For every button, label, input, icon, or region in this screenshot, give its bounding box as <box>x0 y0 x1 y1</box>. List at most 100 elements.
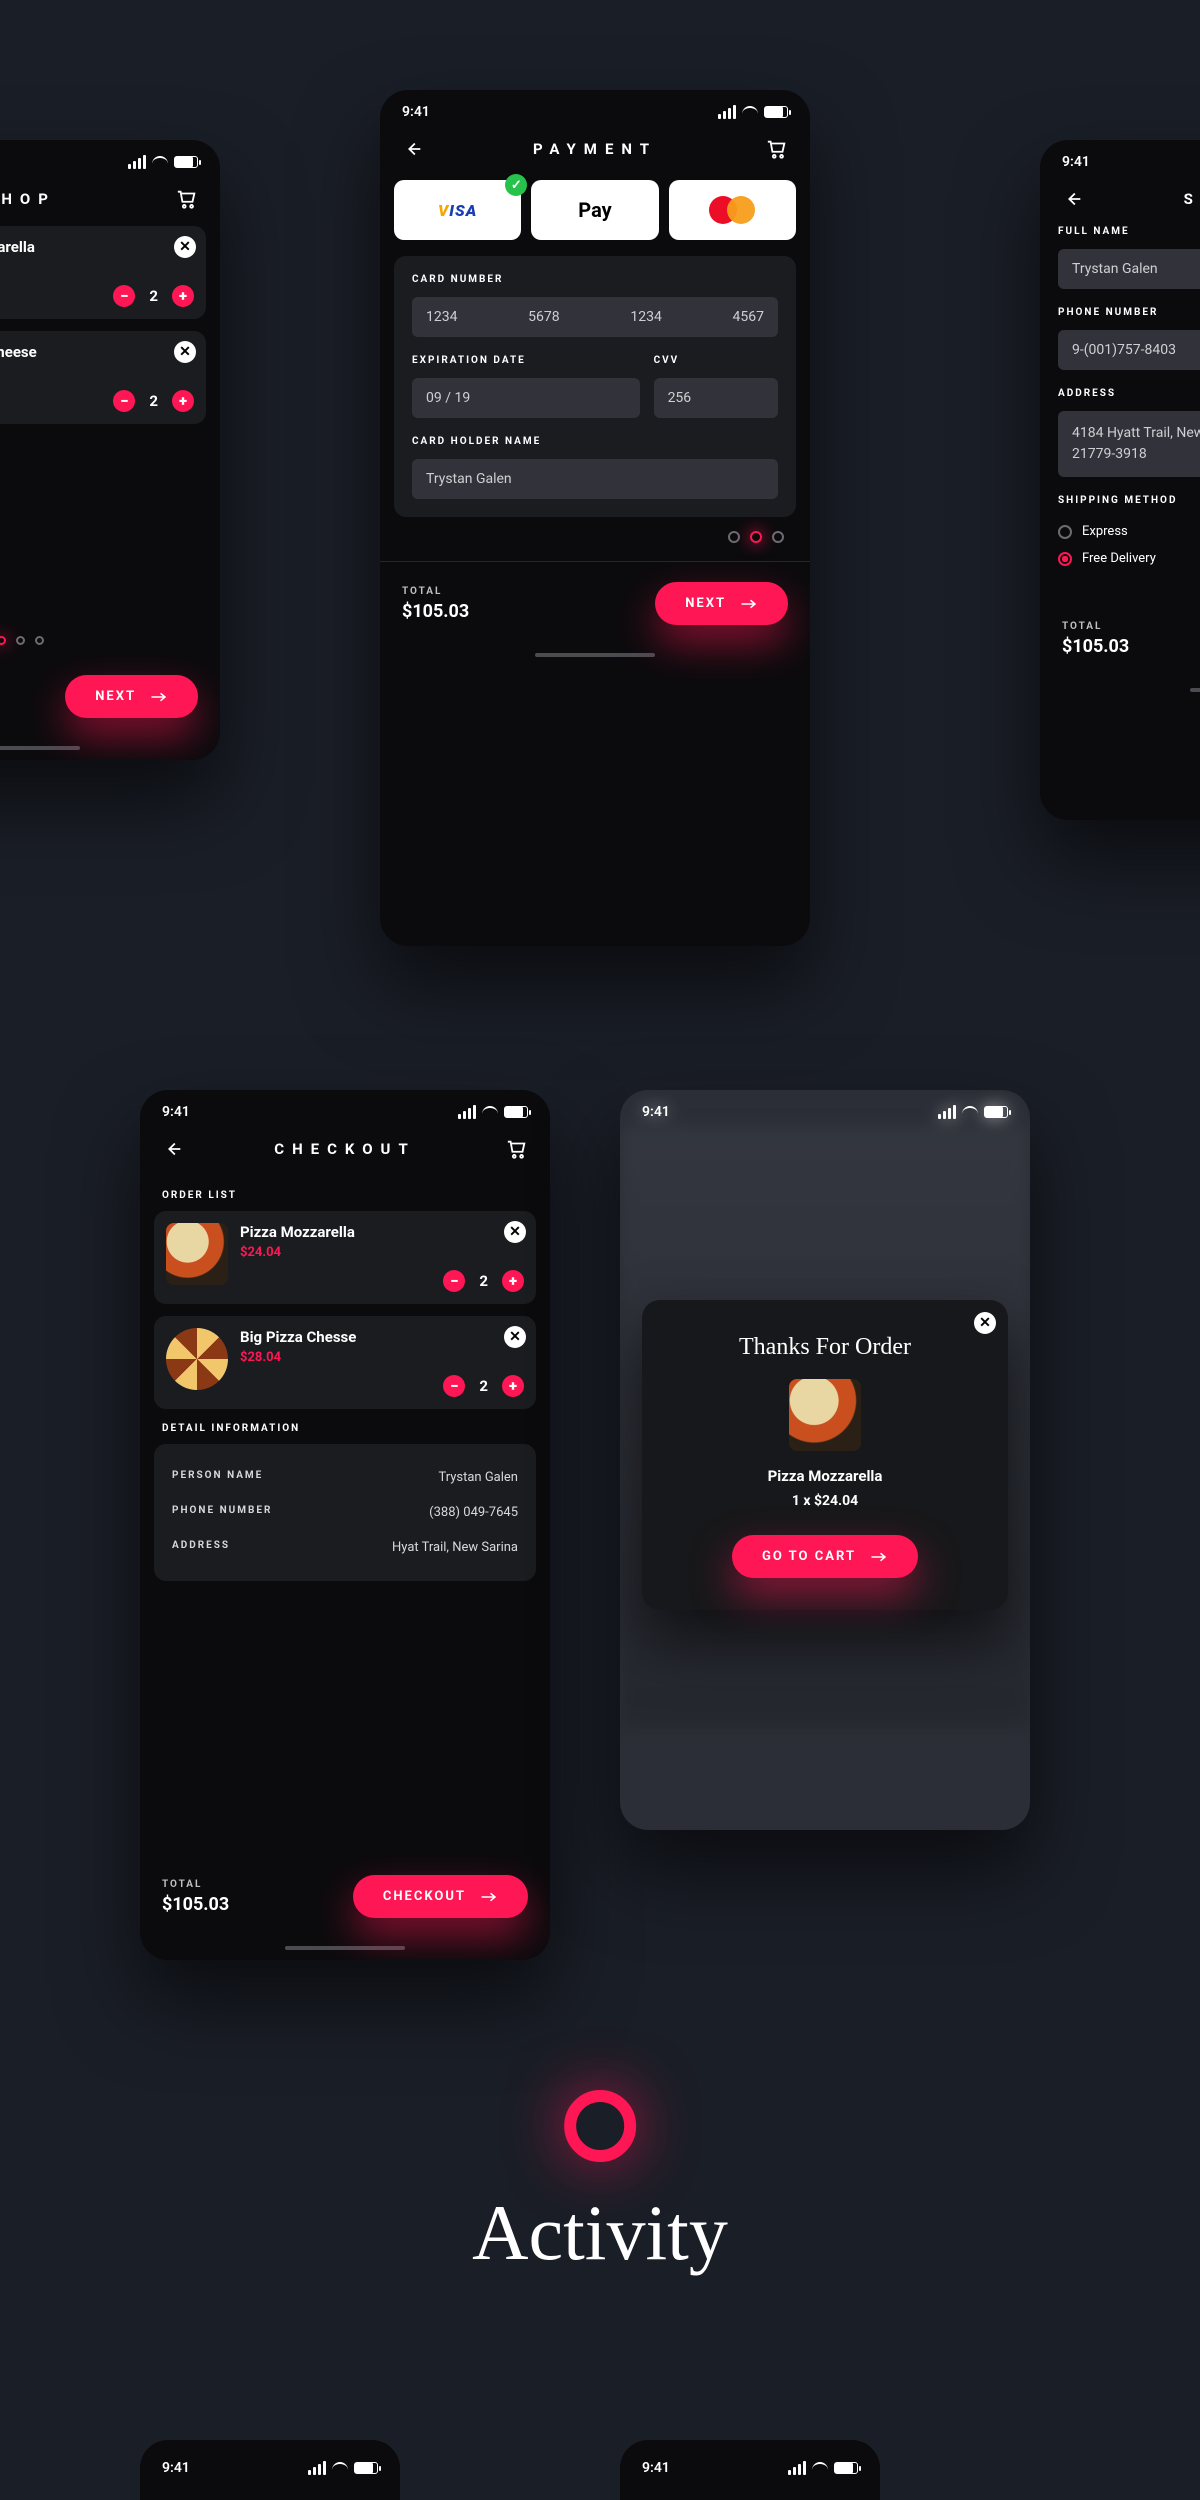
list-item: Pizza Mozzarella $24.04 − 2 + ✕ <box>0 226 206 319</box>
method-mastercard[interactable] <box>669 180 796 240</box>
product-price: $28.04 <box>240 1350 524 1365</box>
person-name-value: Trystan Galen <box>438 1470 518 1485</box>
detail-info-label: DETAIL INFORMATION <box>162 1423 528 1434</box>
holder-input[interactable]: Trystan Galen <box>412 459 778 499</box>
status-time: 9:41 <box>162 2460 190 2476</box>
shipping-screen: 9:41 SHIPPING FULL NAME Trystan Galen PH… <box>1040 140 1200 820</box>
back-button[interactable] <box>162 1138 184 1160</box>
phone-label: PHONE NUMBER <box>172 1505 272 1520</box>
expiration-input[interactable]: 09 / 19 <box>412 378 640 418</box>
ship-option-label: Free Delivery <box>1082 551 1156 566</box>
go-to-cart-button[interactable]: GO TO CART <box>732 1535 918 1578</box>
method-visa[interactable]: VISA ✓ <box>394 180 521 240</box>
ship-option-free[interactable]: Free Delivery <box>1058 545 1200 572</box>
peek-phone-right: 9:41 <box>620 2440 880 2500</box>
thanks-product: Pizza Mozzarella <box>664 1467 986 1485</box>
status-time: 9:41 <box>162 1104 190 1120</box>
close-button[interactable]: ✕ <box>974 1312 996 1334</box>
phone-input[interactable]: 9-(001)757-8403 <box>1058 330 1200 370</box>
shipping-method-label: SHIPPING METHOD <box>1058 495 1200 506</box>
status-time: 9:41 <box>402 104 430 120</box>
remove-button[interactable]: ✕ <box>174 236 196 258</box>
back-button[interactable] <box>402 138 424 160</box>
total-label: TOTAL <box>162 1879 229 1890</box>
cn-1: 1234 <box>426 309 457 325</box>
method-apple-pay[interactable]: Pay <box>531 180 658 240</box>
ship-option-label: Express <box>1082 524 1128 539</box>
page-dots <box>0 622 220 659</box>
dot-1[interactable] <box>728 531 740 543</box>
dot-2[interactable] <box>750 531 762 543</box>
remove-button[interactable]: ✕ <box>174 341 196 363</box>
payment-methods: VISA ✓ Pay <box>380 180 810 240</box>
dot-2[interactable] <box>16 636 25 645</box>
order-list-label: ORDER LIST <box>162 1190 528 1201</box>
address-value: Hyat Trail, New Sarina <box>392 1540 518 1555</box>
full-name-input[interactable]: Trystan Galen <box>1058 249 1200 289</box>
shop-screen: 9:41 SHOP Pizza Mozzarella $24.04 − 2 + … <box>0 140 220 760</box>
qty-minus-button[interactable]: − <box>443 1270 465 1292</box>
cvv-input[interactable]: 256 <box>654 378 778 418</box>
cn-3: 1234 <box>630 309 661 325</box>
total-value: $105.03 <box>402 601 469 622</box>
next-button[interactable]: NEXT <box>655 582 788 625</box>
detail-info-card: PERSON NAMETrystan Galen PHONE NUMBER(38… <box>154 1444 536 1581</box>
remove-button[interactable]: ✕ <box>504 1221 526 1243</box>
status-bar: 9:41 <box>140 1090 550 1126</box>
checkout-label: CHECKOUT <box>383 1889 466 1904</box>
check-icon: ✓ <box>505 174 527 196</box>
back-button[interactable] <box>1062 188 1084 210</box>
qty-minus-button[interactable]: − <box>113 285 135 307</box>
product-thumb <box>789 1379 861 1451</box>
qty-plus-button[interactable]: + <box>502 1270 524 1292</box>
wifi-icon <box>742 106 758 118</box>
page-title: SHOP <box>0 190 56 208</box>
product-name: Big Pizza Chesse <box>240 1328 524 1346</box>
checkout-screen: 9:41 CHECKOUT ORDER LIST Pizza Mozzarell… <box>140 1090 550 1960</box>
total-label: TOTAL <box>402 586 469 597</box>
cart-icon[interactable] <box>176 188 198 210</box>
total-value: $105.03 <box>162 1894 229 1915</box>
qty-minus-button[interactable]: − <box>443 1375 465 1397</box>
status-bar: 9:41 <box>1040 140 1200 176</box>
ship-option-express[interactable]: Express <box>1058 518 1200 545</box>
home-indicator <box>285 1946 405 1950</box>
battery-icon <box>984 1106 1008 1118</box>
qty-plus-button[interactable]: + <box>502 1375 524 1397</box>
full-name-label: FULL NAME <box>1058 226 1200 237</box>
wifi-icon <box>962 1106 978 1118</box>
status-time: 9:41 <box>642 1104 670 1120</box>
cart-icon[interactable] <box>506 1138 528 1160</box>
address-label: ADDRESS <box>172 1540 230 1555</box>
next-label: NEXT <box>685 596 726 611</box>
status-time: 9:41 <box>642 2460 670 2476</box>
next-button[interactable]: NEXT <box>65 675 198 718</box>
dot-3[interactable] <box>35 636 44 645</box>
product-name: Pizza Mozzarella <box>240 1223 524 1241</box>
signal-icon <box>458 1105 476 1119</box>
cart-icon[interactable] <box>766 138 788 160</box>
expiration-label: EXPIRATION DATE <box>412 355 640 366</box>
qty-plus-button[interactable]: + <box>172 390 194 412</box>
list-item: Big Pizza Cheese $28.05 − 2 + ✕ <box>0 331 206 424</box>
product-thumb <box>166 1223 228 1285</box>
list-item: Pizza Mozzarella $24.04 − 2 + ✕ <box>154 1211 536 1304</box>
total-label: TOTAL <box>1062 621 1129 632</box>
home-indicator <box>1190 688 1200 692</box>
product-price: $24.04 <box>240 1245 524 1260</box>
checkout-button[interactable]: CHECKOUT <box>353 1875 528 1918</box>
remove-button[interactable]: ✕ <box>504 1326 526 1348</box>
person-name-label: PERSON NAME <box>172 1470 263 1485</box>
payment-screen: 9:41 PAYMENT VISA ✓ Pay CARD NUMBER 1234… <box>380 90 810 946</box>
dot-1[interactable] <box>0 636 6 645</box>
product-thumb <box>166 1328 228 1390</box>
address-input[interactable]: 4184 Hyatt Trail, New Sarina, C 21779-39… <box>1058 411 1200 477</box>
signal-icon <box>128 155 146 169</box>
dot-3[interactable] <box>772 531 784 543</box>
card-number-input[interactable]: 1234 5678 1234 4567 <box>412 297 778 337</box>
qty-minus-button[interactable]: − <box>113 390 135 412</box>
qty-plus-button[interactable]: + <box>172 285 194 307</box>
status-bar: 9:41 <box>0 140 220 176</box>
battery-icon <box>764 106 788 118</box>
activity-section: Activity <box>472 2090 728 2278</box>
